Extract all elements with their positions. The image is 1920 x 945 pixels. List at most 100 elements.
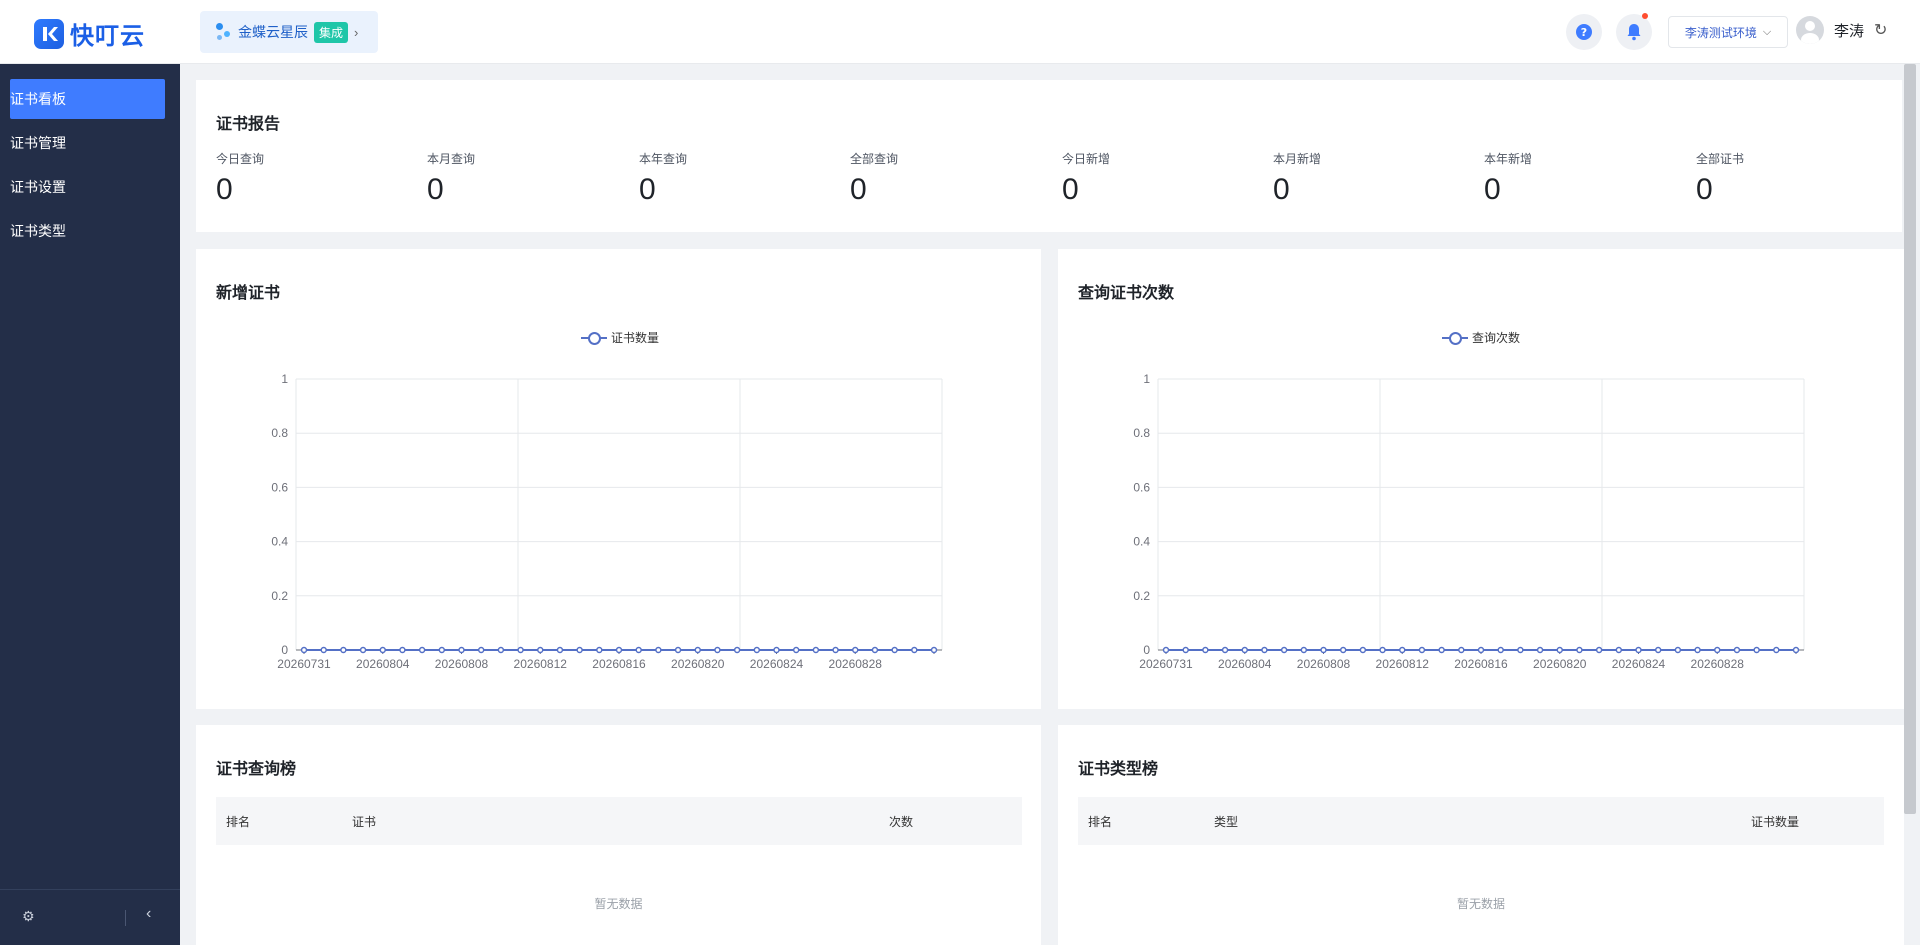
sidebar-item-dashboard[interactable]: 证书看板	[10, 79, 165, 119]
avatar	[1796, 16, 1824, 44]
help-button[interactable]: ?	[1566, 14, 1602, 50]
env-selector[interactable]: 李涛测试环境 ⌵	[1668, 16, 1788, 48]
col-rank: 排名	[1088, 814, 1113, 829]
stat-label: 本月新增	[1273, 152, 1322, 166]
data-point	[320, 646, 327, 654]
new-cert-chart-title: 新增证书	[216, 285, 281, 302]
sidebar-item-settings[interactable]: 证书设置	[10, 167, 165, 207]
data-point	[1359, 646, 1367, 654]
user-menu[interactable]: 李涛 ↻	[1796, 16, 1887, 44]
data-point	[1280, 646, 1288, 654]
settings-icon[interactable]: ⚙	[22, 908, 35, 925]
stat-label: 本年查询	[639, 152, 688, 166]
data-point	[517, 646, 524, 654]
x-tick-label: 20260804	[1218, 657, 1272, 671]
stat-label: 本月查询	[427, 152, 476, 166]
report-card: 证书报告 今日查询 0 本月查询 0 本年查询 0 全部查询 0 今日新增 0 本月新增 0…	[196, 80, 1902, 232]
chart-legend[interactable]: 查询次数	[1442, 329, 1520, 346]
y-tick-label: 0	[281, 643, 288, 657]
sidebar-item-label: 证书管理	[10, 135, 66, 151]
x-tick-label: 20260820	[1533, 657, 1587, 671]
sidebar-item-label: 证书设置	[10, 179, 66, 195]
data-point	[1162, 646, 1170, 654]
data-point	[832, 646, 839, 654]
page-scrollbar[interactable]	[1904, 64, 1916, 814]
legend-label: 证书数量	[611, 331, 660, 345]
stat-year-new: 本年新增 0	[1484, 150, 1532, 207]
data-point	[438, 646, 446, 654]
stat-value: 0	[427, 173, 444, 206]
data-point	[576, 646, 583, 654]
env-label: 李涛测试环境	[1684, 25, 1757, 40]
data-point	[694, 646, 701, 654]
y-tick-label: 0.6	[271, 480, 288, 494]
data-point	[674, 646, 682, 654]
stat-month-query: 本月查询 0	[427, 150, 475, 207]
data-point	[615, 646, 623, 654]
logo[interactable]: 快叮云	[34, 16, 145, 51]
stat-value: 0	[1696, 173, 1713, 206]
top-header: 快叮云 金蝶云星辰 集成 › ? 李涛测试环境 ⌵ 李涛 ↻	[0, 0, 1920, 64]
stat-total-query: 全部查询 0	[850, 150, 898, 207]
data-point	[1792, 646, 1800, 654]
data-point	[1674, 646, 1682, 654]
x-tick-label: 20260812	[1376, 657, 1430, 671]
x-tick-label: 20260808	[1297, 657, 1351, 671]
data-point	[635, 646, 642, 654]
stat-label: 今日查询	[216, 152, 265, 166]
x-tick-label: 20260731	[1139, 657, 1193, 671]
data-point	[556, 646, 564, 654]
chart-legend[interactable]: 证书数量	[581, 329, 659, 346]
data-point	[537, 646, 544, 654]
refresh-icon[interactable]: ↻	[1874, 20, 1887, 40]
table-header: 排名 证书 次数	[216, 797, 1022, 845]
data-point	[1733, 646, 1741, 654]
col-rank: 排名	[226, 814, 251, 829]
data-point	[399, 646, 406, 654]
data-point	[871, 646, 879, 654]
data-point	[911, 646, 918, 654]
col-cert-count: 证书数量	[1751, 814, 1800, 829]
col-type: 类型	[1214, 814, 1239, 829]
data-point	[1753, 646, 1760, 654]
query-chart-title: 查询证书次数	[1078, 285, 1175, 302]
new-cert-line-chart: 0 0.2 0.4 0.6 0.8 1 20260731 20260804 20260808 20…	[271, 372, 943, 671]
stat-total-certs: 全部证书 0	[1696, 150, 1744, 207]
question-circle-icon: ?	[1576, 24, 1592, 40]
sidebar-item-types[interactable]: 证书类型	[10, 211, 165, 251]
y-tick-label: 0.8	[1133, 426, 1150, 440]
notification-button[interactable]	[1616, 13, 1652, 50]
y-tick-label: 0	[1143, 643, 1150, 657]
data-point	[1399, 646, 1406, 654]
data-point	[1694, 646, 1701, 654]
data-point	[418, 646, 426, 654]
data-point	[1517, 646, 1524, 654]
stat-month-new: 本月新增 0	[1273, 150, 1321, 207]
legend-label: 查询次数	[1472, 331, 1521, 345]
data-point	[930, 646, 938, 654]
y-tick-label: 0.8	[271, 426, 288, 440]
cert-type-rank-title: 证书类型榜	[1078, 761, 1159, 778]
data-point	[852, 646, 859, 654]
x-tick-label: 20260828	[829, 657, 883, 671]
sidebar-item-management[interactable]: 证书管理	[10, 123, 165, 163]
bell-icon	[1627, 24, 1641, 41]
sidebar: 证书看板 证书管理 证书设置 证书类型 ⚙ ‹	[0, 64, 180, 945]
logo-mark-icon	[34, 18, 64, 49]
notification-dot	[1642, 13, 1648, 19]
collapse-sidebar-icon[interactable]: ‹	[146, 905, 151, 923]
data-point	[891, 646, 898, 654]
table-header: 排名 类型 证书数量	[1078, 797, 1884, 845]
data-point	[1635, 646, 1642, 654]
new-cert-chart-card: 新增证书 证书数量 0 0.2 0.4 0.6 0.8 1 20260731 20260804…	[196, 249, 1041, 709]
data-point	[1714, 646, 1721, 654]
sidebar-footer: ⚙ ‹	[0, 889, 180, 945]
user-name: 李涛	[1834, 22, 1865, 40]
stat-label: 全部证书	[1696, 152, 1745, 166]
data-point	[1576, 646, 1583, 654]
app-switcher[interactable]: 金蝶云星辰 集成 ›	[200, 11, 378, 53]
x-tick-label: 20260812	[514, 657, 568, 671]
stat-today-query: 今日查询 0	[216, 150, 264, 207]
stat-year-query: 本年查询 0	[639, 150, 687, 207]
query-line-chart: 0 0.2 0.4 0.6 0.8 1 20260731 20260804 20260808 20…	[1133, 372, 1805, 671]
